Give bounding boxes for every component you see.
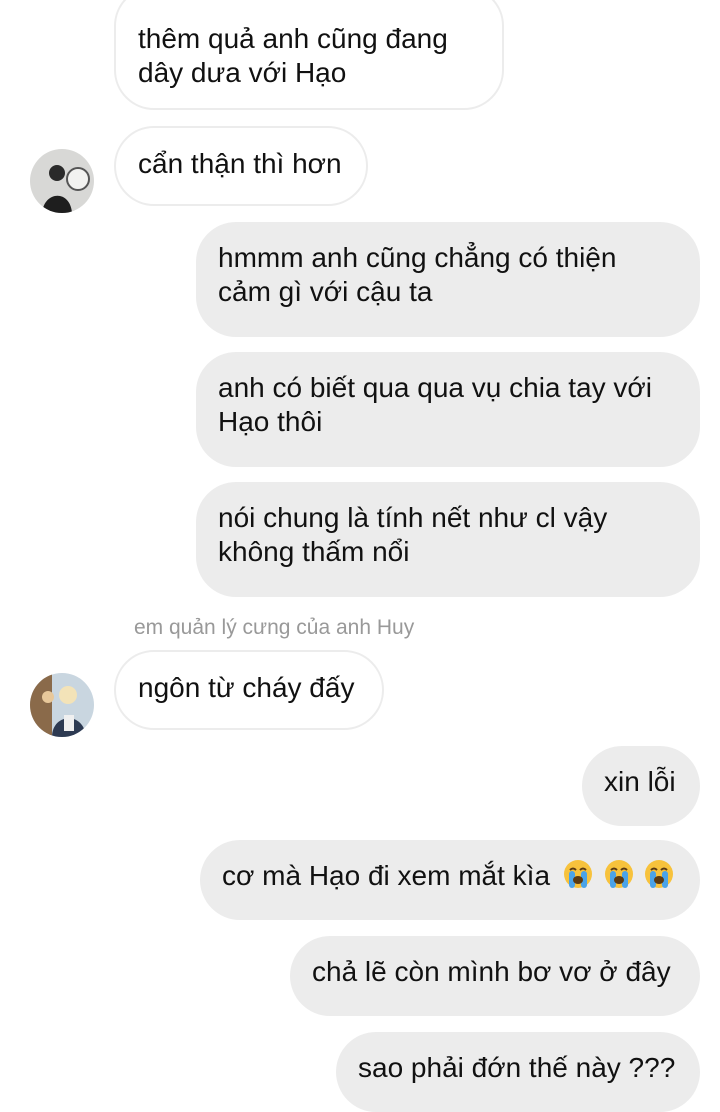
message-bubble-outgoing[interactable]: sao phải đớn thế này ??? — [336, 1032, 700, 1112]
message-bubble-incoming[interactable]: cẩn thận thì hơn — [114, 126, 368, 206]
avatar-image — [30, 149, 94, 213]
message-text-line: không thấm nổi — [218, 536, 410, 567]
sender-name-label: em quản lý cưng của anh Huy — [134, 616, 415, 639]
loudly-crying-face-icon — [645, 860, 674, 888]
avatar-image — [30, 673, 94, 737]
contact-avatar[interactable] — [30, 673, 94, 737]
message-text-line: xin lỗi — [604, 766, 676, 797]
loudly-crying-face-icon — [604, 860, 633, 888]
message-bubble-outgoing[interactable]: hmmm anh cũng chẳng có thiện cảm gì với … — [196, 222, 700, 337]
message-bubble-outgoing[interactable]: chả lẽ còn mình bơ vơ ở đây — [290, 936, 700, 1016]
message-text-line: cẩn thận thì hơn — [138, 148, 342, 179]
message-text-line: dây dưa với Hạo — [138, 57, 347, 88]
message-text-line: nói chung là tính nết như cl vậy — [218, 502, 608, 533]
message-bubble-outgoing[interactable]: anh có biết qua qua vụ chia tay với Hạo … — [196, 352, 700, 467]
message-text-line: Hạo thôi — [218, 406, 323, 437]
message-bubble-outgoing[interactable]: xin lỗi — [582, 746, 700, 826]
message-bubble-incoming[interactable]: ngôn từ cháy đấy — [114, 650, 384, 730]
message-text-line: sao phải đớn thế này ??? — [358, 1052, 676, 1083]
message-text-line: cơ mà Hạo đi xem mắt kìa — [222, 860, 551, 891]
message-bubble-incoming[interactable]: thêm quả anh cũng đang dây dưa với Hạo — [114, 0, 504, 110]
message-text-line: chả lẽ còn mình bơ vơ ở đây — [312, 956, 671, 987]
loudly-crying-face-icon — [563, 860, 592, 888]
message-bubble-outgoing[interactable]: cơ mà Hạo đi xem mắt kìa — [200, 840, 700, 920]
message-text-line: anh có biết qua qua vụ chia tay với — [218, 372, 652, 403]
message-text-line: hmmm anh cũng chẳng có thiện — [218, 242, 617, 273]
contact-avatar[interactable] — [30, 149, 94, 213]
message-bubble-outgoing[interactable]: nói chung là tính nết như cl vậy không t… — [196, 482, 700, 597]
message-text-line: thêm quả anh cũng đang — [138, 23, 448, 54]
message-text-line: cảm gì với cậu ta — [218, 276, 433, 307]
message-text-line: ngôn từ cháy đấy — [138, 672, 355, 703]
